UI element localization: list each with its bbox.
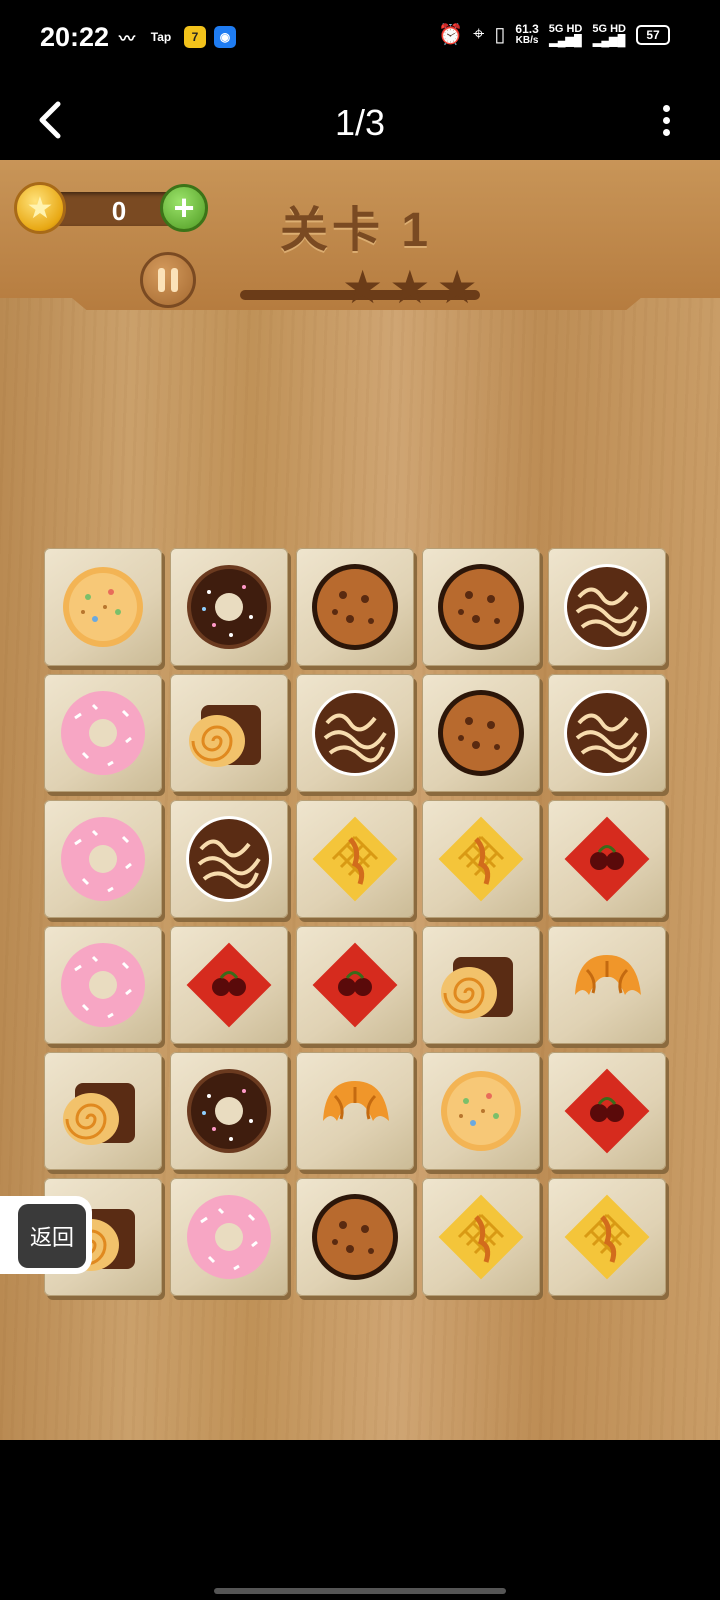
tile-waffle[interactable]: [422, 1178, 540, 1296]
tile-choc-chip[interactable]: [296, 1178, 414, 1296]
choc-chip-icon: [438, 564, 524, 650]
cherry-diamond-icon: [312, 942, 398, 1028]
voice-wave-icon: 〰: [118, 31, 135, 48]
tile-swirl-cookie[interactable]: [296, 674, 414, 792]
tile-cherry-diamond[interactable]: [548, 1052, 666, 1170]
page-indicator: 1/3: [334, 102, 386, 143]
status-time: 20:22: [40, 22, 110, 52]
cookie-icon: [63, 567, 143, 647]
seven-icon: 7: [184, 26, 206, 48]
tile-waffle[interactable]: [548, 1178, 666, 1296]
tile-cookie[interactable]: [422, 1052, 540, 1170]
swirl-cookie-icon: [312, 690, 398, 776]
swiss-roll-icon: [63, 1083, 135, 1145]
coin-counter: 0 ★ +: [14, 182, 208, 234]
network-speed: 61.3 KB/s: [515, 21, 539, 46]
pink-donut-icon: [61, 943, 145, 1027]
location-icon: ⌖: [473, 23, 485, 45]
tile-croissant[interactable]: [548, 926, 666, 1044]
waffle-icon: [438, 1194, 524, 1280]
swirl-cookie-icon: [564, 564, 650, 650]
star-coin-icon: ★: [14, 182, 66, 234]
pink-donut-icon: [61, 691, 145, 775]
tile-board: [44, 548, 676, 1308]
croissant-icon: [575, 955, 641, 995]
return-button[interactable]: 返回: [0, 1196, 92, 1274]
tile-waffle[interactable]: [422, 800, 540, 918]
alarm-icon: ⏰: [438, 24, 464, 46]
choco-donut-icon: [187, 1069, 271, 1153]
choc-chip-icon: [312, 564, 398, 650]
tile-swiss-roll[interactable]: [44, 1052, 162, 1170]
coin-count: 0: [111, 196, 127, 226]
status-left-icons: 〰 Tap 7 ◉: [116, 26, 236, 48]
swirl-cookie-icon: [186, 816, 272, 902]
app-icon: ◉: [214, 26, 236, 48]
top-nav: 1/3: [0, 80, 720, 160]
gesture-bar: [214, 1588, 506, 1594]
tile-cherry-diamond[interactable]: [296, 926, 414, 1044]
star-icon: ★: [436, 261, 478, 313]
tile-swiss-roll[interactable]: [422, 926, 540, 1044]
tile-pink-donut[interactable]: [44, 926, 162, 1044]
tile-choc-chip[interactable]: [296, 548, 414, 666]
tile-cherry-diamond[interactable]: [170, 926, 288, 1044]
tile-swirl-cookie[interactable]: [548, 548, 666, 666]
tile-pink-donut[interactable]: [170, 1178, 288, 1296]
waffle-icon: [564, 1194, 650, 1280]
swirl-cookie-icon: [564, 690, 650, 776]
level-title: 关卡 1: [280, 204, 433, 257]
cherry-diamond-icon: [564, 816, 650, 902]
pink-donut-icon: [61, 817, 145, 901]
waffle-icon: [438, 816, 524, 902]
more-options-button[interactable]: [656, 102, 676, 142]
tile-cherry-diamond[interactable]: [548, 800, 666, 918]
tile-croissant[interactable]: [296, 1052, 414, 1170]
vibrate-icon: ▯: [494, 24, 506, 46]
cherry-diamond-icon: [564, 1068, 650, 1154]
star-icon: ★: [389, 261, 431, 313]
return-label: 返回: [18, 1204, 86, 1268]
game-area: 0 ★ + 关卡 1 ★ ★ ★ 返回: [0, 160, 720, 1440]
status-bar: 20:22 〰 Tap 7 ◉ ⏰ ⌖ ▯ 61.3 KB/s 5G HD ▂▄…: [0, 0, 720, 80]
tile-swirl-cookie[interactable]: [170, 800, 288, 918]
level-stars: ★ ★ ★: [342, 264, 478, 310]
tile-choc-chip[interactable]: [422, 548, 540, 666]
tile-swiss-roll[interactable]: [170, 674, 288, 792]
battery-icon: 57: [636, 24, 670, 45]
cherry-diamond-icon: [186, 942, 272, 1028]
swiss-roll-icon: [441, 957, 513, 1019]
croissant-icon: [323, 1081, 389, 1121]
tile-swirl-cookie[interactable]: [548, 674, 666, 792]
pause-button[interactable]: [140, 252, 196, 308]
tile-choco-donut[interactable]: [170, 548, 288, 666]
tap-icon: Tap: [150, 30, 172, 44]
choc-chip-icon: [438, 690, 524, 776]
tile-choc-chip[interactable]: [422, 674, 540, 792]
tile-pink-donut[interactable]: [44, 674, 162, 792]
choc-chip-icon: [312, 1194, 398, 1280]
add-coins-button[interactable]: +: [160, 184, 208, 232]
tile-pink-donut[interactable]: [44, 800, 162, 918]
status-right: ⏰ ⌖ ▯ 61.3 KB/s 5G HD ▂▄▆█ 5G HD ▂▄▆█ 57: [438, 22, 670, 47]
choco-donut-icon: [187, 565, 271, 649]
star-icon: ★: [342, 261, 384, 313]
waffle-icon: [312, 816, 398, 902]
cookie-icon: [441, 1071, 521, 1151]
signal-1: 5G HD ▂▄▆█: [548, 22, 583, 47]
pink-donut-icon: [187, 1195, 271, 1279]
signal-2: 5G HD ▂▄▆█: [592, 22, 626, 47]
tile-waffle[interactable]: [296, 800, 414, 918]
tile-choco-donut[interactable]: [170, 1052, 288, 1170]
tile-cookie[interactable]: [44, 548, 162, 666]
swiss-roll-icon: [189, 705, 261, 767]
